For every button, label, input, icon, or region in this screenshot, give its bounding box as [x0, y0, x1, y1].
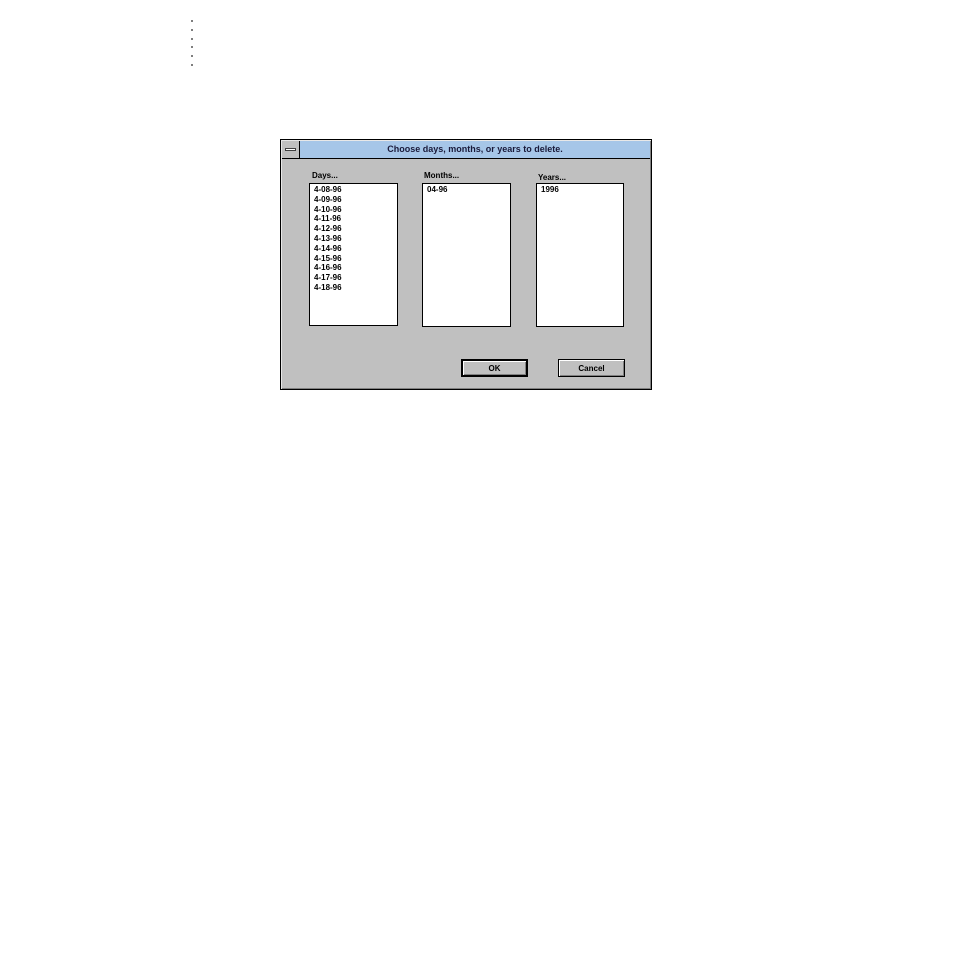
- days-list-item[interactable]: 4-10-96: [314, 205, 393, 215]
- days-list-item[interactable]: 4-08-96: [314, 185, 393, 195]
- months-listbox[interactable]: 04-96: [422, 183, 511, 327]
- margin-dot: [190, 55, 193, 58]
- days-list-item[interactable]: 4-16-96: [314, 263, 393, 273]
- dialog-title: Choose days, months, or years to delete.: [387, 144, 563, 154]
- days-list-item[interactable]: 4-11-96: [314, 214, 393, 224]
- delete-dialog: Choose days, months, or years to delete.…: [280, 139, 652, 390]
- margin-dot: [190, 28, 193, 31]
- margin-dot: [190, 46, 193, 49]
- system-menu-icon[interactable]: [282, 141, 300, 158]
- margin-dot: [190, 20, 193, 22]
- margin-dot: [190, 63, 193, 66]
- months-list-item[interactable]: 04-96: [427, 185, 506, 195]
- months-label: Months...: [424, 171, 460, 180]
- days-list-item[interactable]: 4-12-96: [314, 224, 393, 234]
- ok-button[interactable]: OK: [461, 359, 528, 377]
- years-listbox[interactable]: 1996: [536, 183, 624, 327]
- days-list: 4-08-96 4-09-96 4-10-96 4-11-96 4-12-96 4-13-…: [314, 185, 393, 293]
- years-list-item[interactable]: 1996: [541, 185, 619, 195]
- days-listbox[interactable]: 4-08-96 4-09-96 4-10-96 4-11-96 4-12-96 4-13-…: [309, 183, 398, 326]
- months-list: 04-96: [427, 185, 506, 195]
- years-list: 1996: [541, 185, 619, 195]
- page-margin-dots: [190, 20, 193, 66]
- days-list-item[interactable]: 4-18-96: [314, 283, 393, 293]
- days-list-item[interactable]: 4-14-96: [314, 244, 393, 254]
- days-list-item[interactable]: 4-13-96: [314, 234, 393, 244]
- days-list-item[interactable]: 4-15-96: [314, 254, 393, 264]
- cancel-button[interactable]: Cancel: [558, 359, 625, 377]
- margin-dot: [190, 37, 193, 40]
- days-list-item[interactable]: 4-17-96: [314, 273, 393, 283]
- days-list-item[interactable]: 4-09-96: [314, 195, 393, 205]
- days-label: Days...: [312, 171, 338, 180]
- years-label: Years...: [538, 173, 567, 182]
- dialog-title-bar: Choose days, months, or years to delete.: [282, 141, 650, 159]
- system-menu-bar-glyph: [285, 148, 296, 151]
